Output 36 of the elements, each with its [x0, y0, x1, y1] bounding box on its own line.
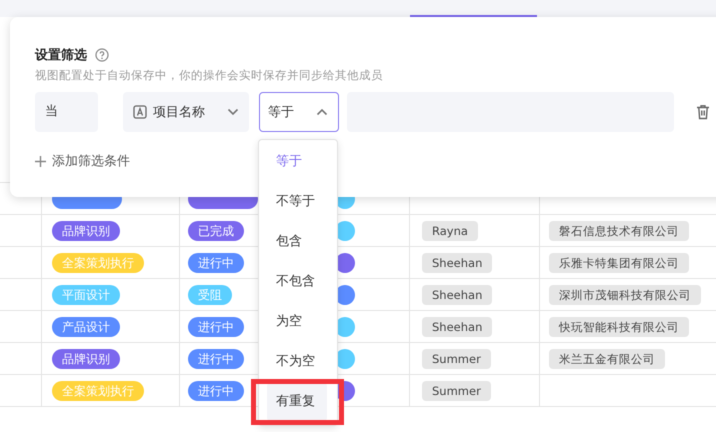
category-tag: 品牌识别: [52, 348, 120, 368]
status-tag: 进行中: [188, 316, 244, 336]
add-condition-button[interactable]: 添加筛选条件: [35, 152, 130, 170]
condition-prefix: 当: [35, 92, 98, 132]
menu-item[interactable]: 等于: [267, 143, 327, 181]
status-tag: 进行中: [188, 252, 244, 272]
person-tag: Summer: [422, 380, 491, 400]
person-tag: Sheehan: [422, 284, 492, 304]
company-tag: 乐雅卡特集团有限公司: [549, 252, 689, 272]
field-select[interactable]: 项目名称: [123, 92, 249, 132]
menu-item[interactable]: 有重复: [267, 383, 327, 421]
company-tag: 米兰五金有限公司: [549, 348, 665, 368]
menu-item[interactable]: 为空: [267, 303, 327, 341]
company-tag: 磐石信息技术有限公司: [549, 220, 689, 240]
category-tag: 产品设计: [52, 316, 120, 336]
panel-title: 设置筛选: [35, 47, 87, 64]
category-tag: 平面设计: [52, 284, 120, 304]
menu-item[interactable]: 不为空: [267, 343, 327, 381]
menu-item[interactable]: 包含: [267, 223, 327, 261]
person-tag: Sheehan: [422, 252, 492, 272]
company-tag: 深圳市茂钿科技有限公司: [549, 284, 701, 304]
status-tag: 已完成: [188, 220, 244, 240]
operator-select[interactable]: 等于: [259, 92, 339, 132]
person-tag: Summer: [422, 348, 491, 368]
person-tag: Rayna: [422, 220, 478, 240]
category-tag: 全案策划执行: [52, 380, 144, 400]
menu-item[interactable]: 不包含: [267, 263, 327, 301]
menu-item[interactable]: 不等于: [267, 183, 327, 221]
status-tag: 进行中: [188, 380, 244, 400]
person-tag: Sheehan: [422, 316, 492, 336]
status-tag: 进行中: [188, 348, 244, 368]
category-tag: 品牌识别: [52, 220, 120, 240]
category-tag: 全案策划执行: [52, 252, 144, 272]
company-tag: 快玩智能科技有限公司: [549, 316, 689, 336]
status-tag: 受阻: [188, 284, 232, 304]
panel-description: 视图配置处于自动保存中，你的操作会实时保存并同步给其他成员: [35, 68, 384, 83]
